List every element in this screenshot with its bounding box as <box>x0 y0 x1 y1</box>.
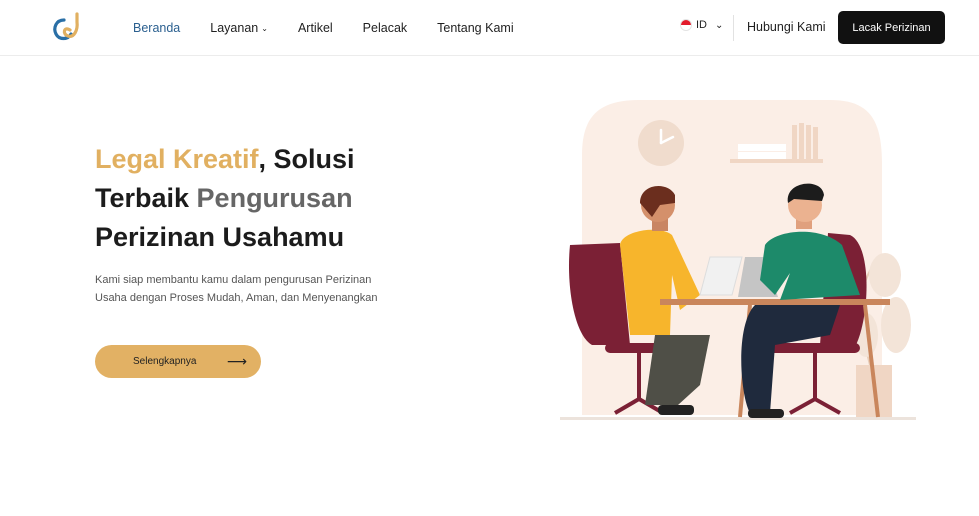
site-header: Beranda Layanan ⌄ Artikel Pelacak Tentang… <box>0 0 979 56</box>
floor-line <box>560 417 916 420</box>
main-nav: Beranda Layanan ⌄ Artikel Pelacak Tentang… <box>133 0 544 56</box>
nav-label: Layanan <box>210 21 259 35</box>
nav-label: Beranda <box>133 21 181 35</box>
nav-label: Pelacak <box>362 21 408 35</box>
hero-description: Kami siap membantu kamu dalam pengurusan… <box>95 274 378 304</box>
chevron-down-icon: ⌄ <box>261 23 268 33</box>
read-more-label: Selengkapnya <box>133 356 197 367</box>
hero-title-brand: Legal Kreatif <box>95 144 259 174</box>
arrow-right-icon: ⟶ <box>226 353 247 369</box>
hero-title: Legal Kreatif, Solusi Terbaik Pengurusan… <box>95 140 425 257</box>
read-more-button[interactable]: Selengkapnya ⟶ <box>95 345 261 378</box>
chevron-down-icon: ⌄ <box>715 19 724 31</box>
nav-item-tentang-kami[interactable]: Tentang Kami <box>437 21 513 35</box>
nav-item-pelacak[interactable]: Pelacak <box>363 21 407 35</box>
header-divider <box>733 15 734 41</box>
track-license-button[interactable]: Lacak Perizinan <box>838 11 945 44</box>
wall-clock-icon <box>638 120 684 166</box>
nav-label: Artikel <box>297 21 333 35</box>
hero-title-highlight: Pengurusan <box>196 183 353 213</box>
logo-icon[interactable] <box>50 12 86 44</box>
language-selector[interactable]: ID ⌄ <box>680 19 723 31</box>
nav-item-artikel[interactable]: Artikel <box>298 21 333 35</box>
nav-label: Tentang Kami <box>437 21 514 35</box>
language-code: ID <box>696 19 707 31</box>
hero-title-text-end: Perizinan Usahamu <box>95 222 345 252</box>
nav-item-layanan[interactable]: Layanan ⌄ <box>210 21 268 35</box>
contact-link[interactable]: Hubungi Kami <box>747 20 826 34</box>
nav-item-beranda[interactable]: Beranda <box>133 21 180 35</box>
hero-illustration <box>560 100 916 420</box>
indonesia-flag-icon <box>680 19 692 31</box>
